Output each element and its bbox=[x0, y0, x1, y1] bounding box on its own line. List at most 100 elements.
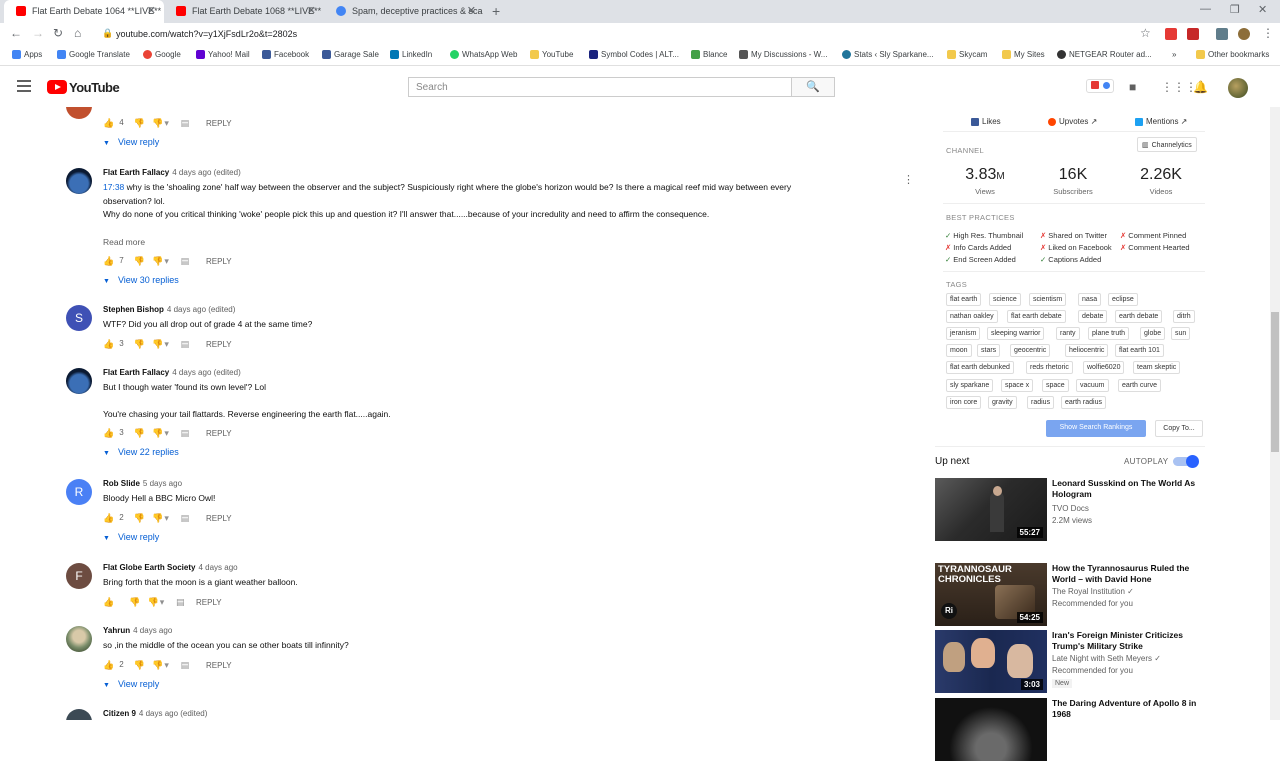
close-window-icon[interactable]: ✕ bbox=[1258, 3, 1267, 16]
reply-button[interactable]: REPLY bbox=[206, 257, 232, 266]
minimize-icon[interactable]: — bbox=[1200, 3, 1211, 15]
comment-avatar[interactable] bbox=[66, 626, 92, 652]
notifications-bell-icon[interactable]: 🔔 bbox=[1193, 80, 1208, 94]
comment-author[interactable]: Flat Earth Fallacy 4 days ago (edited) bbox=[103, 168, 241, 177]
extension-dislike-icon[interactable]: 👎 bbox=[152, 513, 163, 523]
read-more-button[interactable]: Read more bbox=[103, 237, 145, 247]
recommended-video[interactable]: TYRANNOSAUR CHRONICLES Ri 54:25 How the … bbox=[935, 563, 1205, 627]
video-channel[interactable]: Late Night with Seth Meyers ✓ bbox=[1052, 654, 1161, 663]
reload-icon[interactable]: ↻ bbox=[53, 26, 63, 40]
close-tab-icon[interactable]: ✕ bbox=[467, 4, 476, 17]
dropdown-caret-icon[interactable]: ▾ bbox=[164, 428, 174, 438]
tag-chip[interactable]: debate bbox=[1078, 310, 1108, 323]
forward-icon[interactable]: → bbox=[32, 26, 44, 40]
extension-dislike-icon[interactable]: 👎 bbox=[152, 256, 163, 266]
tag-chip[interactable]: flat earth debate bbox=[1007, 310, 1066, 323]
comment-avatar[interactable] bbox=[66, 168, 92, 194]
bookmark-my-sites[interactable]: My Sites bbox=[1002, 50, 1045, 59]
tag-chip[interactable]: earth debate bbox=[1115, 310, 1163, 323]
tag-chip[interactable]: geocentric bbox=[1010, 344, 1051, 357]
comment-author[interactable]: Citizen 94 days ago (edited) bbox=[103, 709, 207, 718]
comment-avatar[interactable] bbox=[66, 709, 92, 720]
create-video-icon[interactable]: ■ bbox=[1129, 80, 1136, 94]
dislike-icon[interactable]: 👎 bbox=[134, 660, 145, 670]
search-button[interactable]: 🔍 bbox=[792, 77, 835, 97]
close-tab-icon[interactable]: ✕ bbox=[147, 4, 156, 17]
bookmark-my-discussions[interactable]: My Discussions - W... bbox=[739, 50, 827, 59]
dropdown-caret-icon[interactable]: ▾ bbox=[164, 660, 174, 670]
view-replies-button[interactable]: ▼ View reply bbox=[103, 137, 159, 147]
video-thumbnail[interactable]: TYRANNOSAUR CHRONICLES Ri 54:25 bbox=[935, 563, 1047, 626]
extension-dislike-icon[interactable]: 👎 bbox=[152, 428, 163, 438]
tag-chip[interactable]: globe bbox=[1140, 327, 1166, 340]
like-icon[interactable]: 👍 bbox=[103, 118, 114, 128]
bookmark-symbol-codes[interactable]: Symbol Codes | ALT... bbox=[589, 50, 679, 59]
tag-chip[interactable]: flat earth 101 bbox=[1115, 344, 1164, 357]
search-input[interactable]: Search bbox=[408, 77, 792, 97]
dropdown-caret-icon[interactable]: ▾ bbox=[164, 513, 174, 523]
bookmark-youtube[interactable]: YouTube bbox=[530, 50, 573, 59]
stats-chart-icon[interactable]: ▤ bbox=[181, 660, 191, 670]
browser-tab-1[interactable]: Flat Earth Debate 1064 **LIVE** ✕ bbox=[4, 0, 164, 23]
stats-chart-icon[interactable]: ▤ bbox=[181, 256, 191, 266]
recommended-video[interactable]: 55:27 Leonard Susskind on The World As H… bbox=[935, 478, 1205, 542]
mentions-stat[interactable]: Mentions ↗ bbox=[1135, 117, 1187, 126]
video-thumbnail[interactable] bbox=[935, 698, 1047, 761]
tag-chip[interactable]: earth curve bbox=[1118, 379, 1162, 392]
bookmark-stats[interactable]: Stats ‹ Sly Sparkane... bbox=[842, 50, 934, 59]
view-replies-button[interactable]: ▼ View reply bbox=[103, 532, 159, 542]
extension-red-icon[interactable] bbox=[1187, 28, 1199, 40]
tag-chip[interactable]: sun bbox=[1171, 327, 1191, 340]
extension-megaphone-icon[interactable] bbox=[1165, 28, 1177, 40]
apps-grid-icon[interactable]: ⋮⋮⋮ bbox=[1161, 80, 1197, 94]
bookmark-apps[interactable]: Apps bbox=[12, 50, 42, 59]
view-replies-button[interactable]: ▼ View reply bbox=[103, 679, 159, 689]
extension-dislike-icon[interactable]: 👎 bbox=[152, 660, 163, 670]
bookmark-garage-sale[interactable]: Garage Sale bbox=[322, 50, 379, 59]
like-icon[interactable]: 👍 bbox=[103, 339, 114, 349]
video-thumbnail[interactable]: 3:03 bbox=[935, 630, 1047, 693]
reply-button[interactable]: REPLY bbox=[196, 598, 222, 607]
video-thumbnail[interactable]: 55:27 bbox=[935, 478, 1047, 541]
extension-dislike-icon[interactable]: 👎 bbox=[152, 118, 163, 128]
video-channel[interactable]: The Royal Institution ✓ bbox=[1052, 587, 1134, 596]
bookmark-yahoo-mail[interactable]: Yahoo! Mail bbox=[196, 50, 250, 59]
comment-avatar[interactable]: F bbox=[66, 563, 92, 589]
video-channel[interactable]: TVO Docs bbox=[1052, 504, 1089, 513]
bookmark-facebook[interactable]: Facebook bbox=[262, 50, 309, 59]
close-tab-icon[interactable]: ✕ bbox=[307, 4, 316, 17]
view-replies-button[interactable]: ▼ View 22 replies bbox=[103, 447, 179, 457]
tag-chip[interactable]: space bbox=[1042, 379, 1069, 392]
video-title[interactable]: How the Tyrannosaurus Ruled the World – … bbox=[1052, 563, 1202, 585]
like-icon[interactable]: 👍 bbox=[103, 597, 114, 607]
tag-chip[interactable]: science bbox=[989, 293, 1021, 306]
channelytics-button[interactable]: ▥ Channelytics bbox=[1137, 137, 1197, 152]
extension-grid-icon[interactable] bbox=[1216, 28, 1228, 40]
browser-tab-3[interactable]: Spam, deceptive practices & sca ✕ bbox=[324, 0, 484, 23]
tag-chip[interactable]: stars bbox=[977, 344, 1001, 357]
reply-button[interactable]: REPLY bbox=[206, 340, 232, 349]
bookmarks-overflow-icon[interactable]: » bbox=[1172, 50, 1176, 59]
like-icon[interactable]: 👍 bbox=[103, 428, 114, 438]
maximize-icon[interactable]: ❐ bbox=[1230, 3, 1240, 16]
tag-chip[interactable]: team skeptic bbox=[1133, 361, 1181, 374]
bookmark-blance[interactable]: Blance bbox=[691, 50, 727, 59]
like-icon[interactable]: 👍 bbox=[103, 256, 114, 266]
account-avatar[interactable] bbox=[1228, 78, 1248, 98]
tag-chip[interactable]: ranty bbox=[1056, 327, 1080, 340]
tag-chip[interactable]: sleeping warrior bbox=[987, 327, 1045, 340]
like-icon[interactable]: 👍 bbox=[103, 513, 114, 523]
profile-avatar-icon[interactable] bbox=[1238, 28, 1250, 40]
comment-avatar[interactable]: S bbox=[66, 305, 92, 331]
comment-avatar[interactable]: R bbox=[66, 479, 92, 505]
tag-chip[interactable]: vacuum bbox=[1076, 379, 1109, 392]
stats-chart-icon[interactable]: ▤ bbox=[181, 118, 191, 128]
dropdown-caret-icon[interactable]: ▾ bbox=[164, 339, 174, 349]
upvotes-stat[interactable]: Upvotes ↗ bbox=[1048, 117, 1097, 126]
tag-chip[interactable]: nathan oakley bbox=[946, 310, 998, 323]
video-title[interactable]: Iran's Foreign Minister Criticizes Trump… bbox=[1052, 630, 1202, 652]
tag-chip[interactable]: wolfie6020 bbox=[1083, 361, 1125, 374]
tag-chip[interactable]: plane truth bbox=[1088, 327, 1130, 340]
dropdown-caret-icon[interactable]: ▾ bbox=[164, 256, 174, 266]
bookmark-skycam[interactable]: Skycam bbox=[947, 50, 987, 59]
